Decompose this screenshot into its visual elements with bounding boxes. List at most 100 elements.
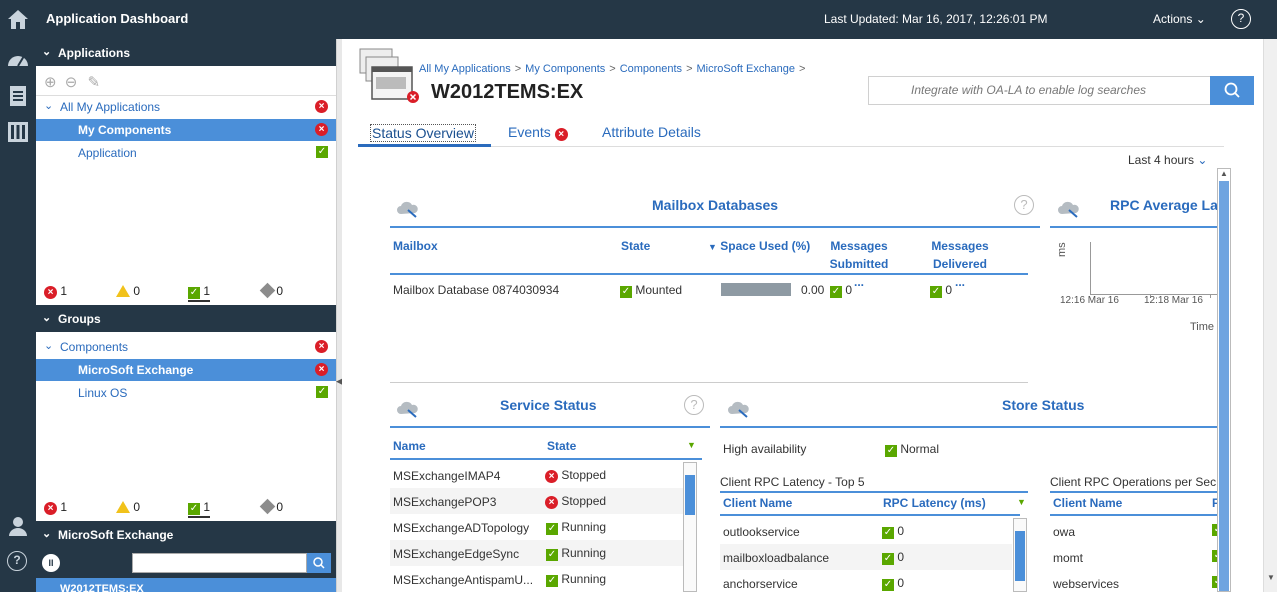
scrollbar-thumb[interactable] [685, 475, 695, 515]
col-client-name[interactable]: Client Name [723, 494, 792, 512]
service-state-cell: Running [546, 546, 606, 561]
pause-icon[interactable]: II [42, 554, 60, 572]
latency-value: 0 [897, 550, 905, 564]
latency-value: 0 [897, 524, 905, 538]
cloud-wrench-icon [1058, 201, 1079, 218]
normal-status-icon [620, 286, 632, 298]
col-state[interactable]: State [547, 437, 576, 455]
breadcrumb-link[interactable]: Components [620, 63, 682, 75]
edit-icon[interactable]: ✎ [88, 74, 101, 91]
sort-desc-icon[interactable]: ▼ [687, 440, 696, 450]
critical-count[interactable]: × 1 [44, 500, 67, 515]
log-search-button[interactable] [1210, 76, 1254, 105]
chevron-down-icon: ⌄ [42, 312, 52, 324]
tree-item-linux-os[interactable]: Linux OS [36, 382, 336, 404]
state-value: Running [561, 572, 607, 586]
time-range-label: Last 4 hours [1128, 153, 1195, 167]
col-mailbox[interactable]: Mailbox [393, 237, 438, 255]
high-availability-value: Normal [885, 442, 939, 457]
sort-desc-icon[interactable]: ▼ [1017, 497, 1026, 507]
actions-menu[interactable]: Actions ⌄ [1153, 12, 1206, 26]
tree-item-all-my-applications[interactable]: ⌄ All My Applications × [36, 96, 336, 118]
instance-search-button[interactable] [307, 553, 331, 573]
breadcrumb-separator: > [798, 63, 806, 75]
home-icon[interactable] [6, 7, 30, 31]
left-rail: ? [0, 0, 36, 592]
critical-status-icon: × [545, 496, 558, 509]
page-title: W2012TEMS:EX [431, 81, 584, 103]
scroll-down-icon[interactable]: ▼ [1267, 573, 1275, 582]
breadcrumb-separator: > [514, 63, 522, 75]
col-client-name[interactable]: Client Name [1053, 494, 1122, 512]
col-state[interactable]: State [621, 237, 650, 255]
log-search-input[interactable]: Integrate with OA-LA to enable log searc… [868, 76, 1211, 105]
scrollbar-thumb[interactable] [1219, 181, 1229, 591]
messages-submitted-cell: 0 [830, 283, 852, 298]
user-icon[interactable] [6, 514, 30, 538]
service-help-icon[interactable]: ? [684, 395, 704, 415]
breadcrumb-link[interactable]: My Components [525, 63, 605, 75]
normal-status-icon [316, 386, 328, 398]
tree-item-label: All My Applications [60, 100, 161, 114]
normal-status-icon [882, 579, 894, 591]
mailbox-help-icon[interactable]: ? [1014, 195, 1034, 215]
groups-header-label: Groups [58, 312, 101, 326]
breadcrumb-link[interactable]: All My Applications [419, 63, 511, 75]
critical-count[interactable]: × 1 [44, 284, 67, 299]
col-name[interactable]: Name [393, 437, 426, 455]
rpc-header-rule [1050, 226, 1218, 228]
state-value: Stopped [561, 494, 607, 508]
unknown-count[interactable]: 0 [259, 282, 283, 299]
breadcrumb-separator: > [686, 63, 693, 75]
tree-item-microsoft-exchange[interactable]: MicroSoft Exchange × [36, 359, 336, 381]
client-name-cell: anchorservice [723, 577, 798, 591]
latency-header-rule [720, 491, 1028, 493]
help-button[interactable]: ? [1231, 9, 1251, 29]
instance-list-item[interactable]: W2012TEMS:EX [36, 578, 336, 592]
add-icon[interactable]: ⊕ [44, 74, 57, 91]
sort-desc-icon: ▼ [708, 242, 717, 252]
performance-icon[interactable] [6, 120, 30, 144]
col-space-used[interactable]: ▼ Space Used (%) [708, 237, 810, 256]
tree-item-my-components[interactable]: My Components × [36, 119, 336, 141]
tab-events[interactable]: Events × [508, 124, 568, 141]
normal-count[interactable]: 1 [188, 500, 211, 518]
normal-status-icon [885, 445, 897, 457]
dashboard-icon[interactable] [6, 48, 30, 72]
instances-header[interactable]: ⌄ MicroSoft Exchange [36, 521, 336, 548]
window-scrollbar[interactable]: ▼ [1263, 39, 1277, 592]
service-table-scrollbar[interactable] [683, 462, 697, 592]
groups-header[interactable]: ⌄ Groups [36, 305, 336, 332]
warning-count[interactable]: 0 [116, 500, 140, 514]
instance-filter-input[interactable] [132, 553, 307, 573]
tab-status-overview[interactable]: Status Overview [370, 124, 476, 142]
unknown-count[interactable]: 0 [259, 498, 283, 515]
breadcrumb-link[interactable]: MicroSoft Exchange [697, 63, 795, 75]
latency-table-scrollbar[interactable] [1013, 518, 1027, 592]
rail-help-icon[interactable]: ? [7, 551, 27, 571]
tree-item-components[interactable]: ⌄ Components × [36, 336, 336, 358]
scroll-up-icon[interactable]: ▲ [1220, 169, 1228, 178]
report-icon[interactable] [6, 84, 30, 108]
service-state-cell: × Stopped [545, 494, 606, 509]
search-icon [1224, 82, 1240, 98]
scrollbar-thumb[interactable] [1015, 531, 1025, 581]
applications-header-label: Applications [58, 46, 131, 60]
applications-header[interactable]: ⌄ Applications [36, 39, 336, 66]
application-stack-icon [359, 48, 419, 103]
store-status-title: Store Status [1002, 397, 1085, 413]
warning-count[interactable]: 0 [116, 284, 140, 298]
content-scrollbar[interactable]: ▲ [1217, 168, 1231, 592]
normal-count[interactable]: 1 [188, 284, 211, 302]
left-panel: ⌄ Applications ⊕ ⊖ ✎ ⌄ All My Applicatio… [36, 39, 336, 592]
col-space-used-label: Space Used (%) [720, 239, 811, 253]
tree-item-application[interactable]: Application [36, 142, 336, 164]
time-range-selector[interactable]: Last 4 hours ⌄ [1128, 153, 1207, 167]
instance-filter-bar: II [36, 548, 336, 578]
chevron-down-icon: ⌄ [42, 46, 52, 58]
cloud-wrench-icon [397, 401, 418, 418]
latency-table-rule [720, 514, 1020, 516]
remove-icon[interactable]: ⊖ [65, 74, 78, 91]
col-rpc-latency[interactable]: RPC Latency (ms) [883, 494, 986, 512]
tab-attribute-details[interactable]: Attribute Details [602, 124, 701, 140]
